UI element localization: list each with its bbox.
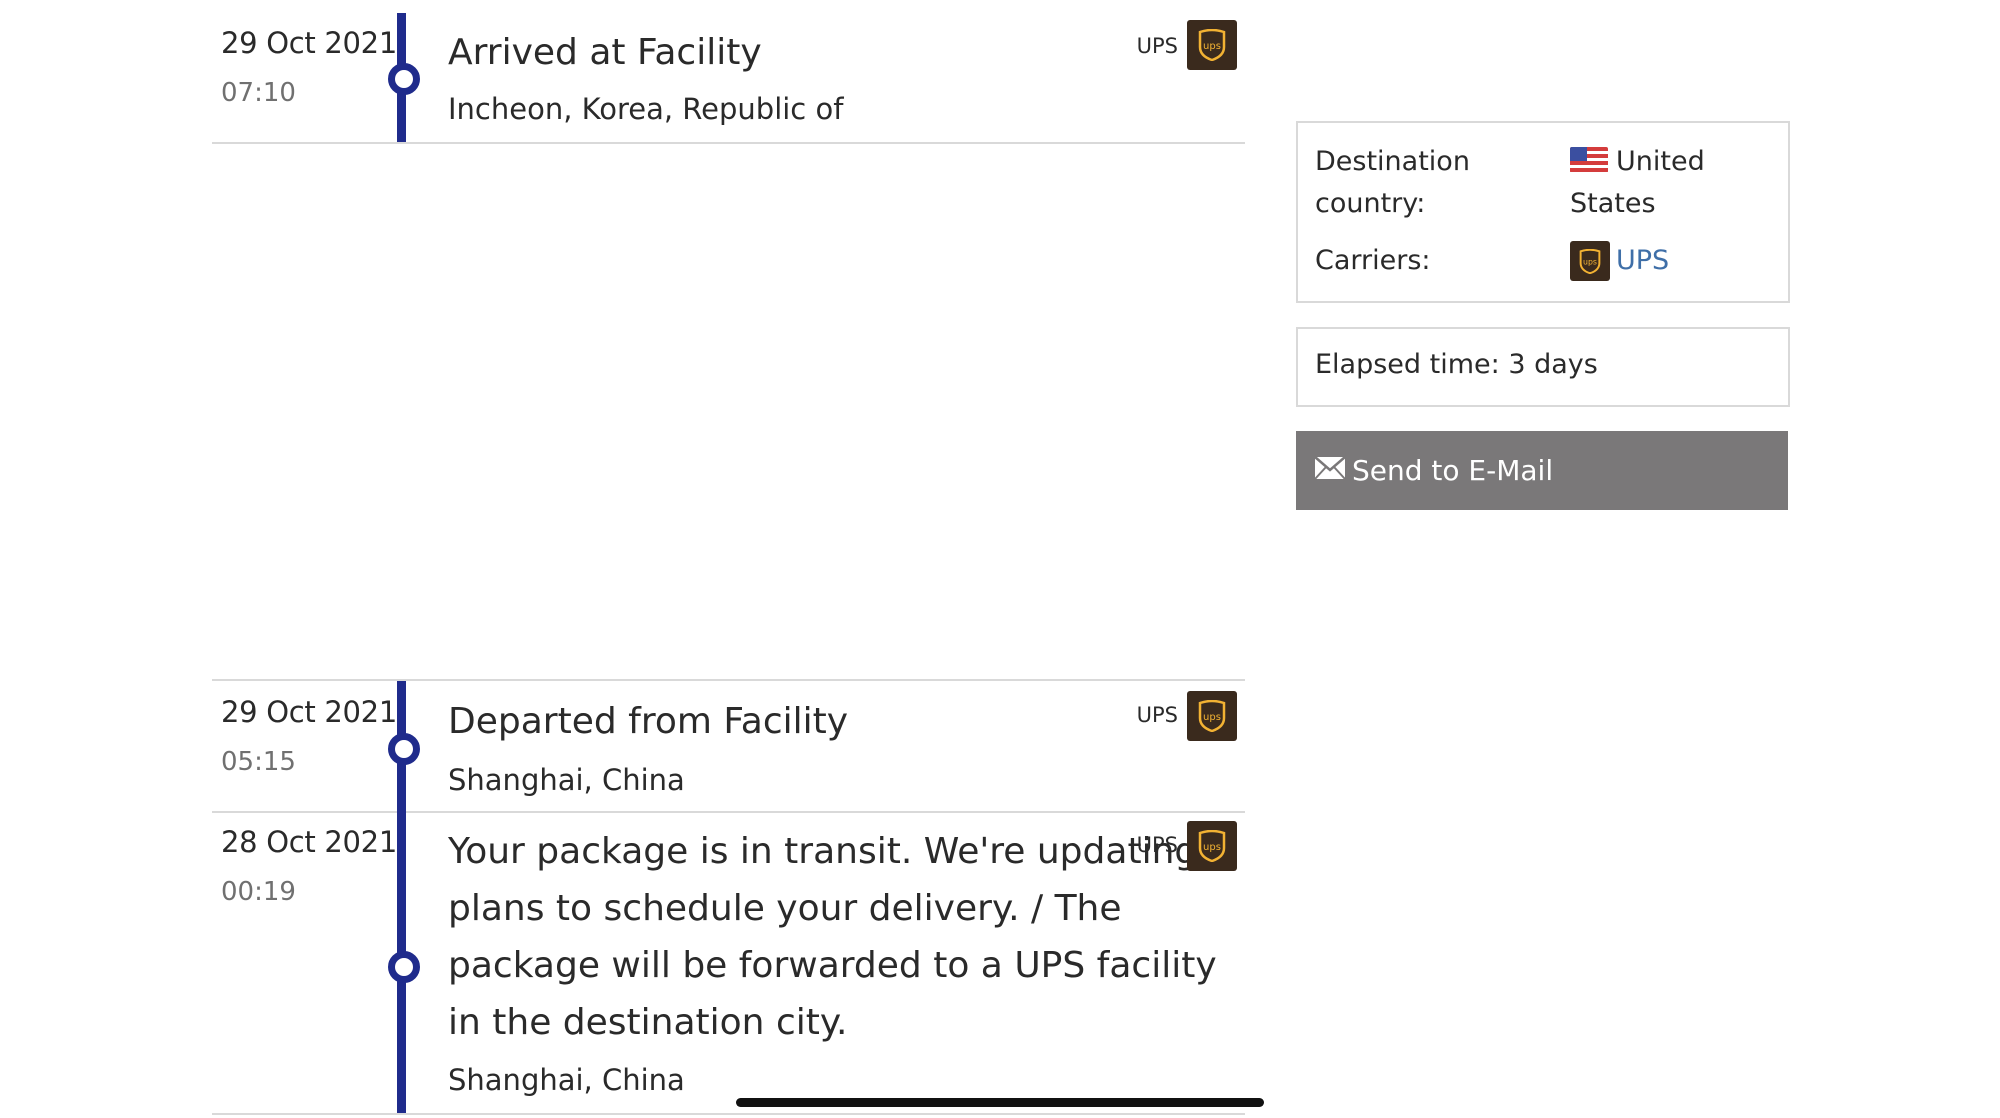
send-to-email-label: Send to E-Mail [1352,454,1554,487]
carrier-name: UPS [1136,34,1178,58]
tracking-event: 29 Oct 2021 05:15 Departed from Facility… [212,679,1245,813]
event-time: 07:10 [221,78,296,108]
carrier-link[interactable]: UPS [1616,245,1669,276]
carriers-label: Carriers: [1315,245,1431,276]
home-indicator[interactable] [736,1098,1264,1107]
event-location: Shanghai, China [448,1063,685,1097]
svg-text:ups: ups [1203,41,1221,52]
event-status: Departed from Facility [448,701,849,742]
event-location: Shanghai, China [448,763,685,797]
svg-text:ups: ups [1203,712,1221,723]
envelope-icon [1314,454,1346,487]
tracking-event: 29 Oct 2021 07:10 Arrived at Facility In… [212,0,1245,144]
elapsed-time-box: Elapsed time: 3 days [1296,327,1790,407]
ups-logo-icon: ups [1187,20,1237,70]
shipment-info-panel: Destination country: United States Carri… [1296,121,1790,303]
event-status: Arrived at Facility [448,32,762,73]
event-status: Your package is in transit. We're updati… [448,831,1217,1043]
svg-text:ups: ups [1583,257,1597,266]
carrier-name: UPS [1136,833,1178,857]
carrier-name: UPS [1136,703,1178,727]
ups-logo-icon: ups [1187,821,1237,871]
event-date: 29 Oct 2021 [221,695,397,729]
destination-label: Destination country: [1315,146,1470,219]
event-date: 29 Oct 2021 [221,26,397,60]
send-to-email-button[interactable]: Send to E-Mail [1296,431,1788,510]
svg-text:ups: ups [1203,842,1221,853]
elapsed-time-text: Elapsed time: 3 days [1315,349,1598,380]
event-time: 05:15 [221,747,296,777]
ups-logo-icon: ups [1187,691,1237,741]
tracking-event: 28 Oct 2021 00:19 Your package is in tra… [212,811,1245,1115]
ups-logo-icon: ups [1570,241,1610,281]
destination-value: United States [1570,146,1705,219]
event-time: 00:19 [221,877,296,907]
timeline-node [388,733,420,765]
timeline-node [388,951,420,983]
event-date: 28 Oct 2021 [221,825,397,859]
event-location: Incheon, Korea, Republic of [448,92,844,126]
timeline-node [388,63,420,95]
